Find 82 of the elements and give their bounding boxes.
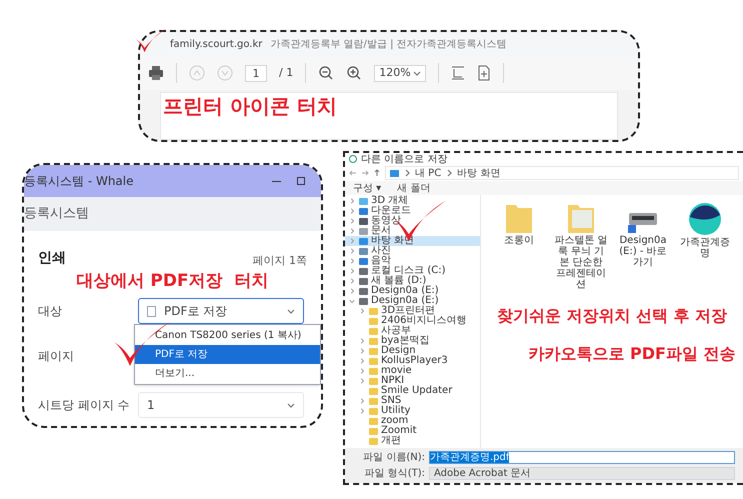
window-title: 등록시스템 - Whale <box>24 173 134 190</box>
up-arrow-icon[interactable] <box>373 169 381 177</box>
file-label: 조롱이 <box>504 235 534 246</box>
zoom-select[interactable]: 120% <box>374 64 426 82</box>
folder-tree-item[interactable]: 동영상 <box>345 216 480 226</box>
page-title-text: 가족관계등록부 열람/발급 | 전자가족관계등록시스템 <box>270 38 507 52</box>
select-field[interactable]: PDF로 저장 <box>138 298 304 324</box>
url-text: family.scourt.go.kr <box>170 38 262 52</box>
folder-tree-item[interactable]: 개편 <box>345 436 480 446</box>
zoom-in-icon[interactable] <box>346 65 362 81</box>
folder-tree-item[interactable]: 음악 <box>345 256 480 266</box>
field-label: 대상 <box>38 303 63 320</box>
folder-tree-item[interactable]: NPKI <box>345 376 480 386</box>
field-label: 시트당 페이지 수 <box>38 397 131 414</box>
folder-tree-item[interactable]: Design0a (E:) <box>345 286 480 296</box>
folder-tree-item[interactable]: 문서 <box>345 226 480 236</box>
folder-tree-item[interactable]: 사진 <box>345 246 480 256</box>
zoom-out-icon[interactable] <box>318 65 334 81</box>
field-label: 파일 형식(T): <box>364 467 425 481</box>
instruction-text: 찾기쉬운 저장위치 선택 후 저장 <box>496 305 728 327</box>
maximize-icon[interactable] <box>297 177 305 185</box>
file-label: 파스텔톤 얼룩 무늬 기본 단순한 프레젠테이션 <box>553 235 609 290</box>
computer-icon <box>390 170 399 176</box>
folder-tree-item[interactable]: Design0a (E:) <box>345 296 480 306</box>
file-label: Design0a (E:) - 바로 가기 <box>618 235 668 268</box>
previous-page-icon[interactable] <box>189 65 205 81</box>
folder-tree-item[interactable]: Design <box>345 346 480 356</box>
next-page-icon[interactable] <box>217 65 233 81</box>
pdf-file-icon <box>147 306 156 316</box>
folder-tree-item[interactable]: bya본떡집 <box>345 336 480 346</box>
chevron-down-icon <box>413 69 422 77</box>
page-number-field[interactable]: 1 <box>245 64 267 82</box>
folder-tree-item[interactable]: 다운로드 <box>345 206 480 216</box>
toolbar-button[interactable]: 새 폴더 <box>397 180 430 196</box>
app-icon <box>349 155 357 163</box>
address-bar[interactable]: 내 PC 바탕 화면 <box>385 166 739 180</box>
instruction-text: 카카오톡으로 PDF파일 전송 <box>527 343 736 365</box>
folder-tree-item[interactable]: 로컬 디스크 (C:) <box>345 266 480 276</box>
chevron-down-icon <box>287 307 295 315</box>
page-add-icon[interactable] <box>477 65 492 81</box>
select-field[interactable]: 1 <box>138 392 304 418</box>
folder-tree-item[interactable]: zoom <box>345 416 480 426</box>
folder-tree-item[interactable]: SNS <box>345 396 480 406</box>
dialog-heading: 인쇄 <box>38 249 66 268</box>
menu-item[interactable]: PDF로 저장 <box>135 345 320 364</box>
folder-tree-item[interactable]: 사공부 <box>345 326 480 336</box>
chevron-right-icon[interactable] <box>359 308 365 314</box>
breadcrumb-item[interactable]: 바탕 화면 <box>457 166 500 180</box>
file-label: 가족관계증명 <box>679 237 731 259</box>
chevron-down-icon <box>287 401 295 409</box>
folder-tree-item[interactable]: 새 볼륨 (D:) <box>345 276 480 286</box>
instruction-text: 대상에서 PDF저장 터치 <box>76 270 268 294</box>
chevron-right-icon <box>403 169 411 177</box>
breadcrumb-item[interactable]: 내 PC <box>415 166 442 180</box>
instruction-text: 프린터 아이콘 터치 <box>163 94 337 118</box>
field-label: 페이지 <box>38 348 75 365</box>
folder-tree-item[interactable]: movie <box>345 366 480 376</box>
back-arrow-icon[interactable] <box>349 169 357 177</box>
file-type-select[interactable]: Adobe Acrobat 문서 <box>429 467 735 480</box>
page-total-text: / 1 <box>279 64 294 81</box>
folder-tree-item[interactable]: 2406비지니스여행 <box>345 316 480 326</box>
whale-logo-icon[interactable] <box>687 201 723 237</box>
fit-page-icon[interactable] <box>451 65 466 81</box>
field-label: 파일 이름(N): <box>362 451 425 465</box>
menu-item[interactable]: 더보기... <box>135 364 320 383</box>
folder-tree-item[interactable]: Smile Updater <box>345 386 480 396</box>
folder-tree-item[interactable]: Utility <box>345 406 480 416</box>
toolbar-button[interactable]: 구성 ▾ <box>353 180 382 196</box>
minimize-icon[interactable] <box>272 180 281 182</box>
forward-arrow-icon[interactable] <box>361 169 369 177</box>
dialog-title: 다른 이름으로 저장 <box>361 152 448 166</box>
chevron-right-icon <box>445 169 454 177</box>
file-name-field[interactable]: 가족관계증명.pdf <box>429 451 735 464</box>
print-icon[interactable] <box>148 65 164 81</box>
folder-tree-item[interactable]: 3D프린터편 <box>345 306 480 316</box>
tab-title: 등록시스템 <box>24 205 89 224</box>
menu-item[interactable]: Canon TS8200 series (1 복사) <box>135 326 320 345</box>
page-count-text: 페이지 1쪽 <box>252 252 307 268</box>
folder-tree-item[interactable]: Zoomit <box>345 426 480 436</box>
chevron-down-icon[interactable] <box>349 298 355 304</box>
folder-tree-item[interactable]: KollusPlayer3 <box>345 356 480 366</box>
folder-tree-item[interactable]: 3D 개체 <box>345 196 480 206</box>
